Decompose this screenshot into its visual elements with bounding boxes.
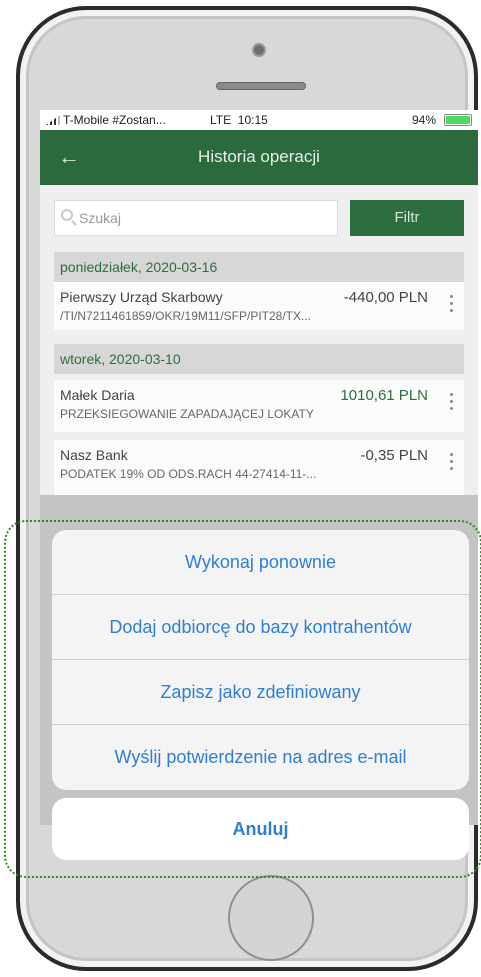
camera-icon [252, 43, 266, 57]
transaction-row[interactable]: Małek Daria 1010,61 PLN PRZEKSIEGOWANIE … [54, 380, 464, 432]
transaction-amount: 1010,61 PLN [340, 387, 428, 404]
action-send-email[interactable]: Wyślij potwierdzenie na adres e-mail [52, 725, 469, 790]
network-time: LTE 10:15 [210, 113, 268, 127]
transaction-description: PODATEK 19% OD ODS.RACH 44-27414-11-... [60, 467, 317, 481]
transaction-amount: -0,35 PLN [360, 447, 428, 464]
search-input[interactable]: Szukaj [54, 200, 338, 236]
battery-fill [446, 116, 471, 124]
transaction-description: /TI/N7211461859/OKR/19M11/SFP/PIT28/TX..… [60, 309, 312, 323]
carrier-status: T-Mobile #Zostan... [46, 113, 166, 127]
action-sheet: Wykonaj ponownie Dodaj odbiorcę do bazy … [52, 530, 469, 790]
transaction-description: PRZEKSIEGOWANIE ZAPADAJĄCEJ LOKATY [60, 407, 314, 421]
status-bar: T-Mobile #Zostan... LTE 10:15 94% [40, 110, 478, 130]
network-label: LTE [210, 113, 232, 127]
signal-icon [46, 115, 60, 125]
search-row: Szukaj Filtr [54, 200, 464, 236]
action-add-recipient[interactable]: Dodaj odbiorcę do bazy kontrahentów [52, 595, 469, 660]
transaction-name: Nasz Bank [60, 447, 128, 463]
page-title: Historia operacji [198, 147, 320, 166]
more-vertical-icon[interactable] [448, 450, 454, 474]
more-vertical-icon[interactable] [448, 390, 454, 414]
action-repeat[interactable]: Wykonaj ponownie [52, 530, 469, 595]
home-button[interactable] [228, 875, 314, 961]
search-icon [61, 209, 73, 221]
more-vertical-icon[interactable] [448, 292, 454, 316]
transaction-amount: -440,00 PLN [343, 289, 428, 306]
battery-percent: 94% [411, 113, 436, 127]
day-header: wtorek, 2020-03-10 [54, 344, 464, 374]
filter-button[interactable]: Filtr [350, 200, 464, 236]
transaction-name: Małek Daria [60, 387, 135, 403]
nav-bar: ← Historia operacji [40, 130, 478, 185]
carrier-label: T-Mobile #Zostan... [63, 113, 166, 127]
transaction-name: Pierwszy Urząd Skarbowy [60, 289, 223, 305]
action-save-defined[interactable]: Zapisz jako zdefiniowany [52, 660, 469, 725]
transaction-row[interactable]: Pierwszy Urząd Skarbowy -440,00 PLN /TI/… [54, 282, 464, 330]
speaker-grille [216, 82, 306, 90]
search-placeholder: Szukaj [79, 210, 122, 226]
day-header: poniedziałek, 2020-03-16 [54, 252, 464, 282]
transaction-row[interactable]: Nasz Bank -0,35 PLN PODATEK 19% OD ODS.R… [54, 440, 464, 495]
battery-icon [444, 114, 472, 126]
cancel-button[interactable]: Anuluj [52, 798, 469, 860]
clock: 10:15 [237, 113, 268, 127]
